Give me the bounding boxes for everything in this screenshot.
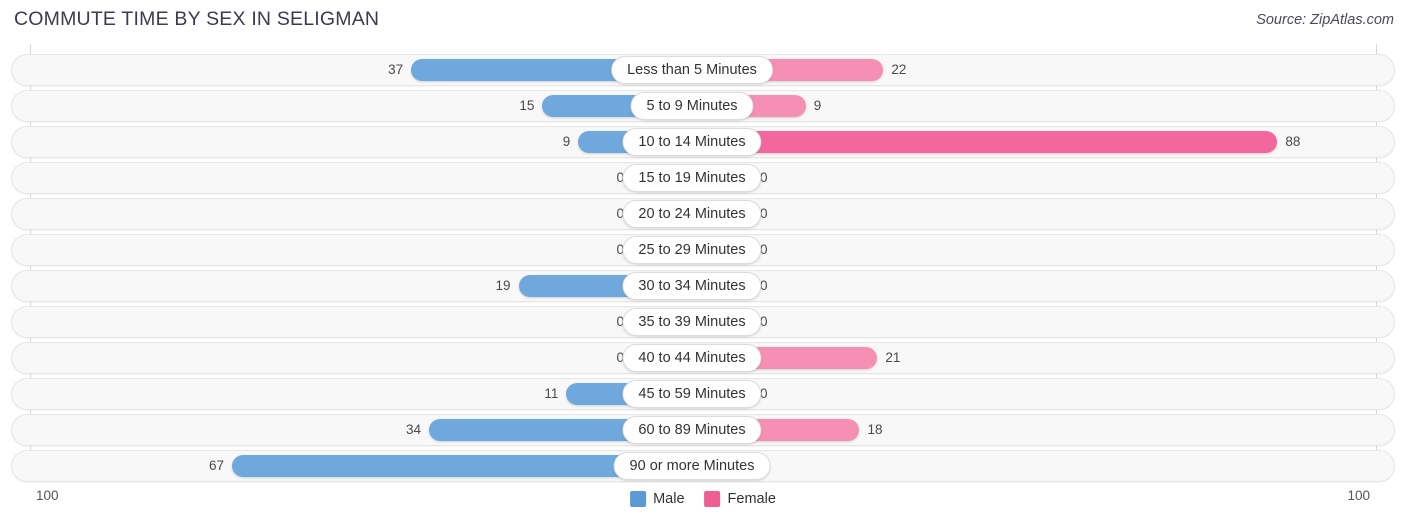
category-label-pill: 10 to 14 Minutes — [622, 128, 762, 156]
bar-value-female: 22 — [891, 62, 907, 77]
category-label-pill: 20 to 24 Minutes — [622, 200, 762, 228]
category-label-pill: 45 to 59 Minutes — [622, 380, 762, 408]
chart-row-bars: 0 0 35 to 39 Minutes — [0, 306, 1395, 338]
bar-value-female: 9 — [813, 98, 822, 113]
bar-value-male: 37 — [388, 62, 404, 77]
bar-female-fill — [692, 131, 1278, 153]
bar-value-female: 18 — [867, 422, 883, 437]
bar-value-male: 67 — [208, 458, 224, 473]
chart-plot-area: 37 22 Less than 5 Minutes 15 9 5 to 9 Minutes… — [0, 44, 1406, 484]
bar-value-male: 0 — [616, 170, 624, 185]
category-label-pill: 25 to 29 Minutes — [622, 236, 762, 264]
page-title: COMMUTE TIME BY SEX IN SELIGMAN — [14, 8, 380, 30]
bar-female[interactable] — [692, 131, 1278, 153]
chart-row-bars: 9 88 10 to 14 Minutes — [0, 126, 1395, 158]
bar-value-male: 0 — [616, 206, 624, 221]
chart-row-bars: 11 0 45 to 59 Minutes — [0, 378, 1395, 410]
chart-row-bars: 0 0 25 to 29 Minutes — [0, 234, 1395, 266]
source-attribution: Source: ZipAtlas.com — [1256, 12, 1394, 28]
chart-row-bars: 34 18 60 to 89 Minutes — [0, 414, 1395, 446]
axis-tick-right: 100 — [1347, 488, 1370, 503]
chart-row-bars: 0 0 15 to 19 Minutes — [0, 162, 1395, 194]
category-label-pill: 35 to 39 Minutes — [622, 308, 762, 336]
chart-row-bars: 0 21 40 to 44 Minutes — [0, 342, 1395, 374]
legend-item-female[interactable]: Female — [704, 491, 776, 507]
bar-value-male: 9 — [562, 134, 571, 149]
legend-item-male[interactable]: Male — [630, 491, 685, 507]
chart-row-bars: 15 9 5 to 9 Minutes — [0, 90, 1395, 122]
category-label-pill: 30 to 34 Minutes — [622, 272, 762, 300]
chart-legend: Male Female — [630, 486, 776, 512]
bar-value-male: 15 — [519, 98, 535, 113]
legend-swatch-icon — [630, 491, 647, 507]
category-label-pill: 90 or more Minutes — [613, 452, 771, 480]
chart-row-bars: 67090 or more Minutes — [0, 450, 1395, 482]
bar-value-female: 21 — [885, 350, 901, 365]
category-label-pill: 5 to 9 Minutes — [630, 92, 754, 120]
chart-row-bars: 37 22 Less than 5 Minutes — [0, 54, 1395, 86]
bar-value-male: 34 — [405, 422, 422, 437]
bar-value-male: 0 — [616, 314, 624, 329]
category-label-pill: 40 to 44 Minutes — [622, 344, 762, 372]
category-label-pill: 15 to 19 Minutes — [622, 164, 762, 192]
chart-root: COMMUTE TIME BY SEX IN SELIGMAN Source: … — [0, 0, 1406, 522]
bar-value-male: 19 — [495, 278, 511, 293]
legend-label: Female — [727, 491, 776, 507]
bar-value-female: 88 — [1285, 134, 1301, 149]
category-label-pill: 60 to 89 Minutes — [622, 416, 762, 444]
legend-label: Male — [653, 491, 685, 507]
chart-footer: 100 100 Male Female — [0, 486, 1406, 522]
bar-value-male: 11 — [544, 386, 559, 401]
category-label-pill: Less than 5 Minutes — [611, 56, 773, 84]
axis-tick-left: 100 — [36, 488, 59, 503]
bar-value-male: 0 — [616, 242, 624, 257]
legend-swatch-icon — [704, 491, 721, 507]
chart-row-bars: 0 0 20 to 24 Minutes — [0, 198, 1395, 230]
chart-row-bars: 19 0 30 to 34 Minutes — [0, 270, 1395, 302]
bar-value-male: 0 — [616, 350, 624, 365]
